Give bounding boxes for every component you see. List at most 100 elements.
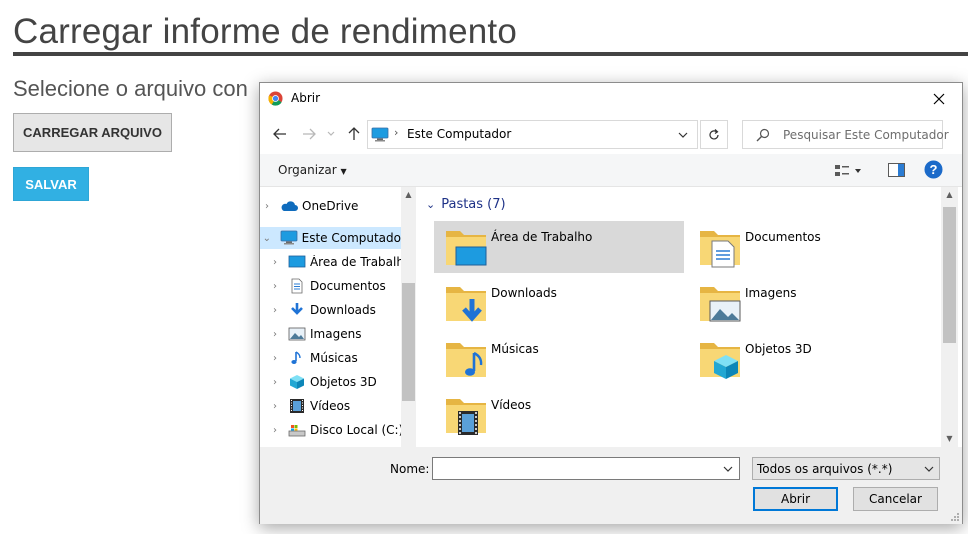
folder-tile-label: Vídeos	[491, 398, 532, 412]
chevron-down-icon[interactable]: ⌄	[260, 233, 274, 244]
content-scrollbar[interactable]: ▲ ▼	[941, 187, 958, 447]
chevron-right-icon[interactable]: ›	[268, 281, 282, 292]
caret-down-icon: ▼	[340, 167, 347, 176]
folder-tile-desktop[interactable]: Área de Trabalho	[434, 221, 684, 273]
desktop-icon	[288, 255, 306, 268]
open-file-dialog: Abrir › Este Computador Pesquisar Este C…	[259, 82, 963, 524]
folder-tile-label: Imagens	[745, 286, 797, 300]
organize-label: Organizar	[278, 163, 337, 177]
nav-item-3d-objects[interactable]: › Objetos 3D	[268, 371, 411, 393]
nav-item-this-pc[interactable]: ⌄ Este Computador	[260, 227, 403, 249]
close-icon	[933, 93, 945, 104]
folder-tile-music[interactable]: Músicas	[434, 333, 684, 385]
desktop-folder-icon	[446, 231, 487, 266]
chevron-down-icon: ⌄	[426, 198, 436, 211]
save-button[interactable]: SALVAR	[13, 167, 89, 201]
nav-item-local-disk[interactable]: › Disco Local (C:)	[268, 419, 411, 441]
folder-tile-3d-objects[interactable]: Objetos 3D	[688, 333, 938, 385]
group-header-label: Pastas (7)	[441, 197, 506, 212]
page-title: Carregar informe de rendimento	[13, 12, 518, 51]
nav-item-music[interactable]: › Músicas	[268, 347, 411, 369]
folder-tile-downloads[interactable]: Downloads	[434, 277, 684, 329]
navigation-pane: › OneDrive ⌄ Este Computador › Área de T…	[260, 187, 415, 447]
chevron-right-icon[interactable]: ›	[268, 305, 282, 316]
local-disk-icon	[288, 425, 306, 437]
open-button[interactable]: Abrir	[753, 487, 838, 511]
nav-item-videos[interactable]: › Vídeos	[268, 395, 411, 417]
music-icon	[291, 351, 301, 364]
breadcrumb-separator: ›	[394, 126, 399, 139]
preview-pane-icon[interactable]	[888, 163, 905, 177]
pictures-icon	[288, 327, 306, 341]
folder-tile-documents[interactable]: Documentos	[688, 221, 938, 273]
dialog-toolbar: Organizar ▼ ?	[260, 154, 962, 187]
file-type-value: Todos os arquivos (*.*)	[757, 462, 893, 476]
downloads-icon	[291, 303, 303, 315]
chevron-right-icon[interactable]: ›	[268, 353, 282, 364]
file-name-input[interactable]	[432, 457, 740, 480]
cancel-button[interactable]: Cancelar	[853, 487, 938, 511]
resize-grip-icon[interactable]	[950, 512, 960, 522]
nav-item-label: Downloads	[310, 303, 376, 317]
nav-item-documents[interactable]: › Documentos	[268, 275, 411, 297]
nav-item-label: Músicas	[310, 351, 358, 365]
address-bar[interactable]: › Este Computador	[367, 120, 698, 149]
search-input[interactable]: Pesquisar Este Computador	[742, 120, 949, 149]
chevron-down-icon	[924, 466, 934, 472]
breadcrumb-location[interactable]: Este Computador	[407, 127, 511, 141]
folder-tile-pictures[interactable]: Imagens	[688, 277, 938, 329]
address-history-dropdown[interactable]	[669, 121, 697, 148]
folder-tile-label: Área de Trabalho	[491, 230, 593, 244]
scroll-down-icon[interactable]: ▼	[941, 431, 958, 446]
organize-menu[interactable]: Organizar ▼	[278, 163, 347, 177]
svg-text:?: ?	[930, 162, 938, 177]
upload-file-button[interactable]: CARREGAR ARQUIVO	[13, 113, 172, 152]
search-icon	[756, 128, 770, 142]
nav-item-label: Imagens	[310, 327, 362, 341]
refresh-button[interactable]	[700, 120, 728, 149]
computer-icon	[371, 127, 389, 142]
nav-item-onedrive[interactable]: › OneDrive	[260, 195, 403, 217]
scroll-up-icon[interactable]: ▲	[941, 187, 958, 202]
help-icon[interactable]: ?	[924, 160, 943, 179]
arrow-right-icon	[303, 128, 316, 140]
change-view-icon[interactable]	[834, 163, 864, 179]
arrow-up-icon	[348, 127, 360, 140]
folder-tile-label: Músicas	[491, 342, 539, 356]
chevron-right-icon[interactable]: ›	[268, 377, 282, 388]
chevron-right-icon[interactable]: ›	[268, 329, 282, 340]
back-button[interactable]	[269, 123, 291, 145]
objects-3d-folder-icon	[700, 343, 740, 379]
file-type-select[interactable]: Todos os arquivos (*.*)	[752, 457, 940, 480]
pictures-folder-icon	[700, 287, 741, 322]
folder-tile-label: Downloads	[491, 286, 557, 300]
chevron-right-icon[interactable]: ›	[268, 425, 282, 436]
chevron-down-icon	[678, 132, 688, 138]
scroll-up-icon[interactable]: ▲	[401, 187, 416, 202]
recent-locations-button[interactable]	[324, 123, 338, 145]
folder-content-pane: ⌄ Pastas (7) Área de Trabalho Documentos	[417, 187, 941, 447]
nav-pane-scrollbar[interactable]: ▲	[401, 187, 416, 447]
group-header[interactable]: ⌄ Pastas (7)	[426, 197, 506, 212]
folder-tile-videos[interactable]: Vídeos	[434, 389, 684, 441]
file-name-label: Nome:	[390, 462, 430, 476]
nav-item-pictures[interactable]: › Imagens	[268, 323, 411, 345]
objects-3d-icon	[290, 375, 304, 389]
chevron-right-icon[interactable]: ›	[260, 201, 274, 212]
chevron-right-icon[interactable]: ›	[268, 257, 282, 268]
close-button[interactable]	[916, 83, 962, 114]
chevron-right-icon[interactable]: ›	[268, 401, 282, 412]
scroll-thumb[interactable]	[943, 207, 956, 343]
forward-button[interactable]	[298, 123, 320, 145]
scroll-thumb[interactable]	[402, 283, 415, 401]
chevron-down-icon[interactable]	[721, 462, 735, 476]
nav-item-downloads[interactable]: › Downloads	[268, 299, 411, 321]
documents-icon	[291, 278, 303, 294]
nav-item-desktop[interactable]: › Área de Trabalho	[268, 251, 411, 273]
downloads-folder-icon	[446, 287, 486, 322]
videos-folder-icon	[446, 399, 486, 435]
documents-folder-icon	[700, 231, 740, 268]
videos-icon	[290, 399, 304, 413]
up-button[interactable]	[343, 123, 365, 145]
search-placeholder: Pesquisar Este Computador	[783, 128, 949, 142]
